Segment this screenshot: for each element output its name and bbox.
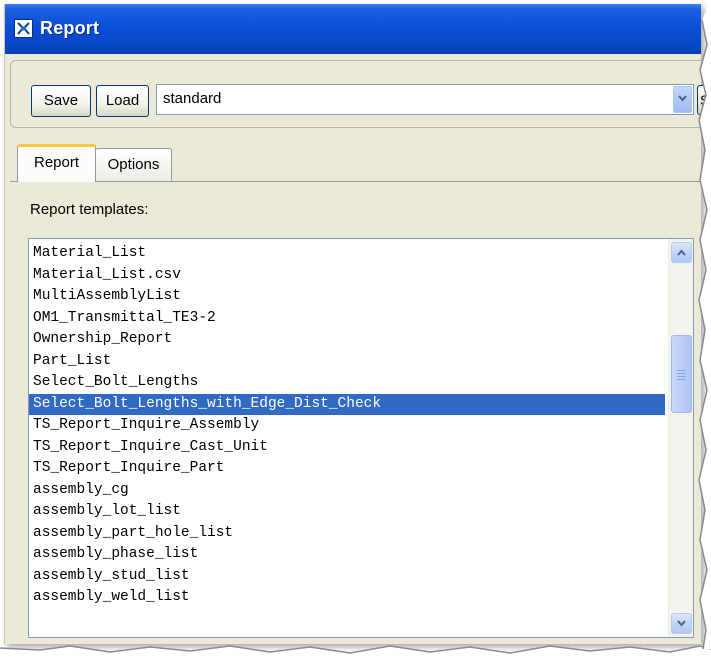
list-item[interactable]: TS_Report_Inquire_Part [29, 458, 667, 480]
report-templates-list[interactable]: Material_List Material_List.csv MultiAss… [28, 238, 694, 638]
report-templates-label: Report templates: [30, 201, 149, 218]
list-item[interactable]: assembly_cg [29, 480, 667, 502]
scroll-up-button[interactable] [671, 242, 692, 263]
tab-report[interactable]: Report [17, 144, 96, 182]
scroll-down-button[interactable] [671, 613, 692, 634]
list-item[interactable]: Part_List [29, 351, 667, 373]
list-item-selected[interactable]: Select_Bolt_Lengths_with_Edge_Dist_Check [29, 393, 665, 415]
list-item[interactable]: Material_List.csv [29, 265, 667, 287]
grip-line [677, 370, 686, 371]
chevron-down-icon [678, 95, 687, 102]
template-select[interactable]: standard [156, 84, 694, 115]
list-item[interactable]: TS_Report_Inquire_Cast_Unit [29, 437, 667, 459]
grip-line [677, 379, 686, 380]
list-item[interactable]: OM1_Transmittal_TE3-2 [29, 308, 667, 330]
title-bar[interactable]: Report [5, 4, 701, 54]
list-item[interactable]: assembly_phase_list [29, 544, 667, 566]
chevron-down-icon [677, 620, 686, 627]
chevron-up-icon [677, 249, 686, 256]
tab-options[interactable]: Options [95, 148, 172, 181]
list-item[interactable]: assembly_stud_list [29, 566, 667, 588]
tab-strip-divider [10, 181, 710, 182]
save-button[interactable]: Save [31, 85, 91, 117]
cut-off-button[interactable]: S [697, 85, 711, 115]
list-item[interactable]: TS_Report_Inquire_Assembly [29, 415, 667, 437]
app-icon [14, 19, 33, 38]
window-title: Report [40, 18, 100, 38]
list-item[interactable]: Ownership_Report [29, 329, 667, 351]
list-item[interactable]: assembly_lot_list [29, 501, 667, 523]
dropdown-button[interactable] [673, 86, 692, 113]
list-item[interactable]: assembly_weld_list [29, 587, 667, 609]
list-item[interactable]: Select_Bolt_Lengths [29, 372, 667, 394]
template-select-value: standard [163, 90, 222, 107]
grip-line [677, 373, 686, 374]
list-items: Material_List Material_List.csv MultiAss… [29, 243, 667, 609]
load-button[interactable]: Load [96, 85, 149, 117]
grip-line [677, 376, 686, 377]
vertical-scrollbar[interactable] [668, 239, 693, 637]
list-item[interactable]: assembly_part_hole_list [29, 523, 667, 545]
list-item[interactable]: MultiAssemblyList [29, 286, 667, 308]
scroll-thumb[interactable] [671, 335, 692, 413]
list-item[interactable]: Material_List [29, 243, 667, 265]
